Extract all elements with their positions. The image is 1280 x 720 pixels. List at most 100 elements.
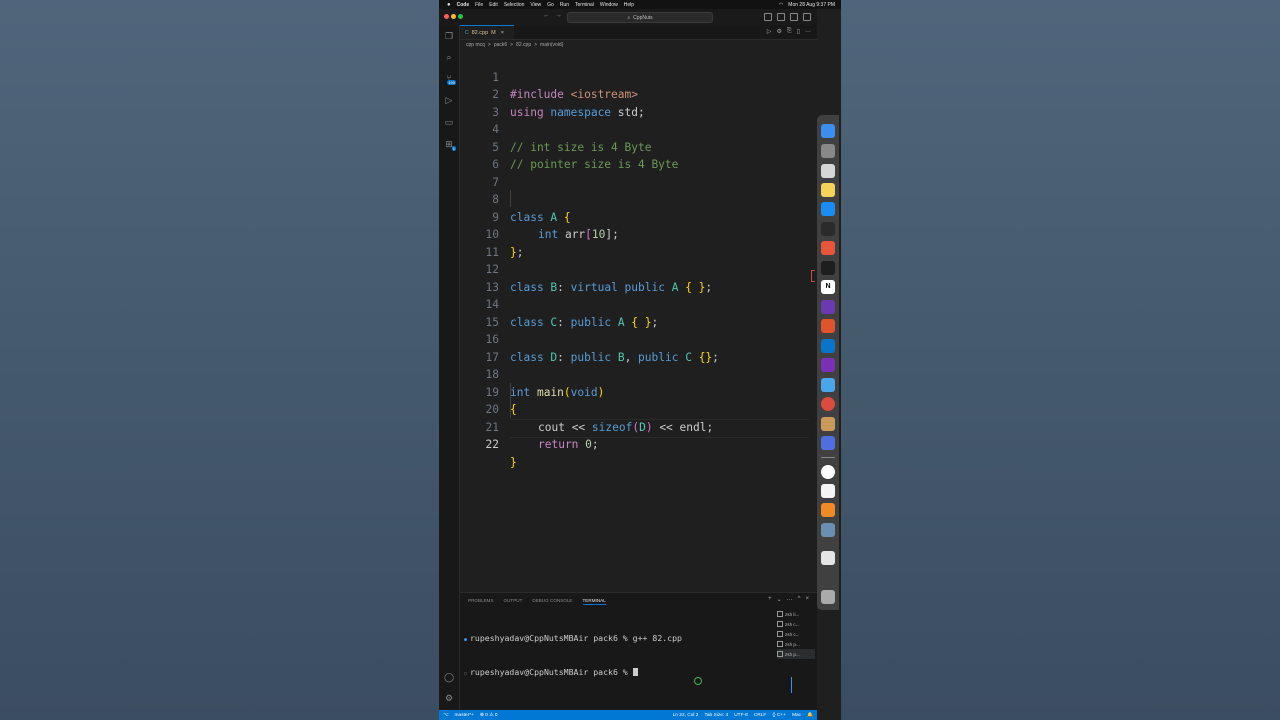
folder-icon[interactable] <box>821 551 835 565</box>
code-line[interactable]: 5 // pointer size is 4 Byte <box>460 121 817 172</box>
extensions-icon[interactable]: ⊞ 1 <box>444 139 456 151</box>
split-editor-icon[interactable]: ▯ <box>797 28 800 35</box>
code-line[interactable]: 9 int arr[10]; <box>460 191 817 242</box>
appstore-icon[interactable] <box>821 202 835 216</box>
code-line[interactable]: 19 { <box>460 366 817 417</box>
terminal2-icon[interactable] <box>821 261 835 275</box>
app3-icon[interactable] <box>821 436 835 450</box>
tab-debug-console[interactable]: DEBUG CONSOLE <box>532 598 572 605</box>
code-line[interactable]: 14 class C: public A { }; <box>460 279 817 329</box>
tab-terminal[interactable]: TERMINAL <box>582 598 606 605</box>
code-line[interactable]: 21 return 0; <box>460 401 817 452</box>
breadcrumb-subfolder[interactable]: pack6 <box>494 42 507 48</box>
photos-icon[interactable] <box>821 241 835 255</box>
remote-explorer-icon[interactable]: ▭ <box>444 117 454 127</box>
more-actions-icon[interactable]: … <box>805 28 811 35</box>
finder-icon[interactable] <box>821 124 835 138</box>
app2-icon[interactable] <box>821 417 835 431</box>
finalcut-icon[interactable] <box>821 300 835 314</box>
xcode-icon[interactable] <box>821 378 835 392</box>
code-line[interactable]: 12 class B: virtual public A { }; <box>460 244 817 294</box>
branch-indicator[interactable]: master*+ <box>455 713 474 718</box>
terminal-list-item[interactable]: zsh p... <box>777 639 815 649</box>
minimize-window-button[interactable] <box>451 14 456 19</box>
command-center-search[interactable]: ⌕ CppNuts <box>567 12 713 23</box>
code-line[interactable]: 17 <box>460 331 817 364</box>
toggle-panel-icon[interactable] <box>777 13 785 21</box>
terminal-list-item[interactable]: zsh p... <box>777 649 815 659</box>
menu-help[interactable]: Help <box>624 2 634 8</box>
toggle-sidebar-icon[interactable] <box>764 13 772 21</box>
wifi-icon[interactable]: ◠ <box>779 2 783 8</box>
menu-view[interactable]: View <box>530 2 541 8</box>
textedit-icon[interactable] <box>821 484 835 498</box>
terminal-list-item[interactable]: zsh c... <box>777 629 815 639</box>
apple-icon[interactable]: ● <box>447 2 451 8</box>
close-tab-icon[interactable]: × <box>501 30 504 36</box>
code-line[interactable]: 13 <box>460 261 817 294</box>
code-line[interactable]: 7 <box>460 156 817 189</box>
menu-go[interactable]: Go <box>547 2 554 8</box>
code-line[interactable]: 18 int main(void) <box>460 349 817 399</box>
close-window-button[interactable] <box>444 14 449 19</box>
code-line[interactable]: 1 #include <iostream> <box>460 51 817 102</box>
code-line[interactable]: 4 // int size is 4 Byte <box>460 104 817 154</box>
menu-file[interactable]: File <box>475 2 483 8</box>
menu-selection[interactable]: Selection <box>504 2 525 8</box>
run-file-icon[interactable]: ▷ <box>767 28 772 35</box>
sublime-icon[interactable] <box>821 503 835 517</box>
code-line[interactable]: 3 <box>460 86 817 119</box>
terminal-list-item[interactable]: zsh c... <box>777 619 815 629</box>
back-arrow-icon[interactable]: ← <box>543 12 550 19</box>
notes-icon[interactable] <box>821 183 835 197</box>
explorer-icon[interactable]: ❐ <box>444 31 454 41</box>
encoding[interactable]: UTF-8 <box>734 713 748 718</box>
more-icon[interactable]: … <box>787 596 793 603</box>
code-line[interactable]: 2 using namespace std; <box>460 69 817 119</box>
breadcrumb-file[interactable]: 82.cpp <box>516 42 531 48</box>
close-panel-icon[interactable]: × <box>805 596 809 603</box>
terminal-list-item[interactable]: zsh li... <box>777 609 815 619</box>
breadcrumb-folder[interactable]: cpp mcq <box>466 42 485 48</box>
language-mode[interactable]: {} C++ <box>772 713 786 718</box>
notion-icon[interactable]: N <box>821 280 835 294</box>
vscode-icon[interactable] <box>821 339 835 353</box>
code-line[interactable]: 16 class D: public B, public C {}; <box>460 314 817 364</box>
menu-window[interactable]: Window <box>600 2 618 8</box>
search-view-icon[interactable]: ⌕ <box>444 52 454 62</box>
menu-terminal[interactable]: Terminal <box>575 2 594 8</box>
clock-text[interactable]: Mon 28 Aug 9:37 PM <box>788 2 835 8</box>
menu-edit[interactable]: Edit <box>489 2 498 8</box>
new-terminal-icon[interactable]: + <box>768 596 772 603</box>
end-of-line[interactable]: CRLF <box>754 713 767 718</box>
source-control-icon[interactable]: ⑂ 190 <box>444 73 456 85</box>
menu-code[interactable]: Code <box>457 2 470 8</box>
problems-indicator[interactable]: ⊗ 0 ⚠ 0 <box>480 713 498 718</box>
trash-icon[interactable] <box>821 590 835 604</box>
forward-arrow-icon[interactable]: → <box>555 12 562 19</box>
code-line[interactable]: 22 } <box>460 419 817 469</box>
account-icon[interactable]: ◯ <box>444 672 454 682</box>
preview-icon[interactable] <box>821 523 835 537</box>
maximize-panel-icon[interactable]: ^ <box>798 596 801 603</box>
code-line[interactable]: 15 <box>460 296 817 329</box>
zoom-window-button[interactable] <box>458 14 463 19</box>
platform[interactable]: Mac <box>792 713 801 718</box>
tab-output[interactable]: OUTPUT <box>504 598 523 605</box>
webex-icon[interactable] <box>821 465 835 479</box>
code-line[interactable]: 10 }; <box>460 209 817 259</box>
breadcrumb-symbol[interactable]: main(void) <box>540 42 563 48</box>
onenote-icon[interactable] <box>821 358 835 372</box>
tab-82-cpp[interactable]: C 82.cpp M × <box>460 25 514 39</box>
tab-problems[interactable]: PROBLEMS <box>468 598 494 605</box>
code-line[interactable]: 6 <box>460 139 817 171</box>
code-line[interactable]: 11 <box>460 226 817 259</box>
terminal-dropdown-icon[interactable]: ⌄ <box>777 596 782 603</box>
remote-indicator-icon[interactable]: ⌥ <box>443 713 449 718</box>
menu-run[interactable]: Run <box>560 2 569 8</box>
settings-icon[interactable]: ⚙ <box>776 28 781 35</box>
code-editor[interactable]: 1 #include <iostream> 2 using namespace … <box>460 50 817 590</box>
chrome-icon[interactable] <box>821 397 835 411</box>
safari-icon[interactable] <box>821 144 835 158</box>
editor-scrollbar[interactable] <box>809 50 817 590</box>
